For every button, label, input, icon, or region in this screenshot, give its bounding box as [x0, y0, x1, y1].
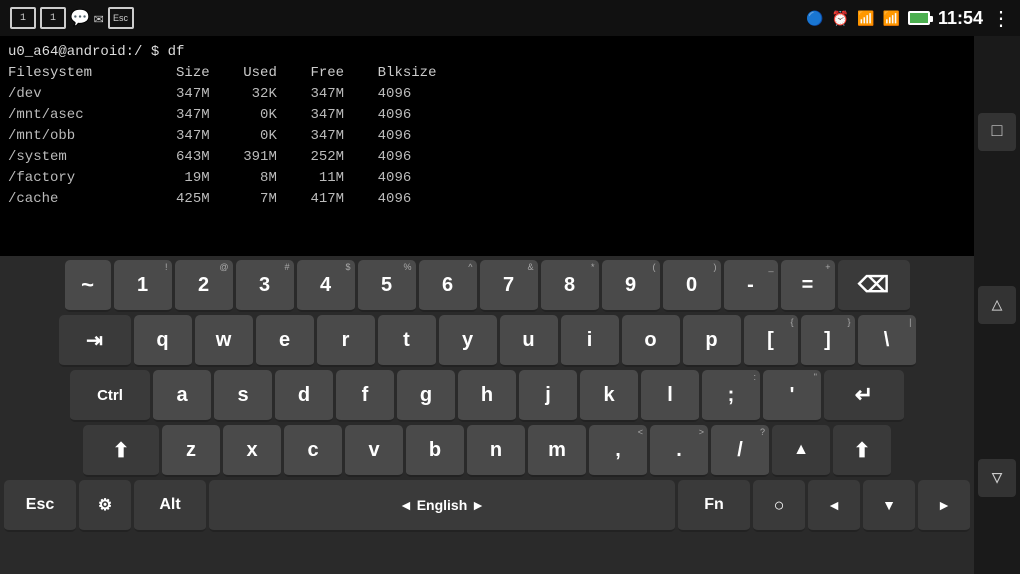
key-8[interactable]: 8* [541, 260, 599, 312]
key-g[interactable]: g [397, 370, 455, 422]
recent-apps-button[interactable]: □ [978, 113, 1016, 151]
language-key[interactable]: ◄ English ► [209, 480, 675, 532]
key-9[interactable]: 9( [602, 260, 660, 312]
key-minus[interactable]: -_ [724, 260, 778, 312]
key-h[interactable]: h [458, 370, 516, 422]
key-j[interactable]: j [519, 370, 577, 422]
status-bar: 1 1 💬 ✉ Esc 🔵 ⏰ 📶 📶 11:54 ⋮ [0, 0, 1020, 36]
key-5[interactable]: 5% [358, 260, 416, 312]
home-key[interactable]: ○ [753, 480, 805, 532]
right-sidebar: □ △ ▽ [974, 36, 1020, 574]
key-r[interactable]: r [317, 315, 375, 367]
terminal-line-2: Filesystem Size Used Free Blksize [8, 63, 966, 84]
arrow-right-key[interactable]: ► [918, 480, 970, 532]
alt-key[interactable]: Alt [134, 480, 206, 532]
key-7[interactable]: 7& [480, 260, 538, 312]
keyboard-row-zxcv: ⬆ z x c v b n m ,< .> /? ▲ ⬆ [4, 425, 970, 477]
key-n[interactable]: n [467, 425, 525, 477]
shift-left-key[interactable]: ⬆ [83, 425, 159, 477]
key-o[interactable]: o [622, 315, 680, 367]
terminal-line-4: /mnt/asec 347M 0K 347M 4096 [8, 105, 966, 126]
esc-bottom-key[interactable]: Esc [4, 480, 76, 532]
key-0[interactable]: 0) [663, 260, 721, 312]
key-period[interactable]: .> [650, 425, 708, 477]
key-p[interactable]: p [683, 315, 741, 367]
key-e[interactable]: e [256, 315, 314, 367]
alarm-icon: ⏰ [832, 10, 849, 27]
terminal-line-8: /cache 425M 7M 417M 4096 [8, 189, 966, 210]
keyboard-row-asdf: Ctrl a s d f g h j k l ;: '" ↵ [4, 370, 970, 422]
key-m[interactable]: m [528, 425, 586, 477]
key-q[interactable]: q [134, 315, 192, 367]
key-2[interactable]: 2@ [175, 260, 233, 312]
key-t[interactable]: t [378, 315, 436, 367]
tab-key[interactable]: ⇥ [59, 315, 131, 367]
signal-icon: 📶 [883, 10, 900, 27]
arrow-left-key[interactable]: ◄ [808, 480, 860, 532]
key-comma[interactable]: ,< [589, 425, 647, 477]
key-backslash[interactable]: \| [858, 315, 916, 367]
key-b[interactable]: b [406, 425, 464, 477]
bluetooth-icon: 🔵 [806, 10, 823, 27]
keyboard-row-qwerty: ⇥ q w e r t y u i o p [{ ]} \| [4, 315, 970, 367]
key-x[interactable]: x [223, 425, 281, 477]
home-button[interactable]: △ [978, 286, 1016, 324]
back-button[interactable]: ▽ [978, 459, 1016, 497]
keyboard-row-bottom: Esc ⚙ Alt ◄ English ► Fn ○ ◄ ▼ ► [4, 480, 970, 532]
key-y[interactable]: y [439, 315, 497, 367]
key-3[interactable]: 3# [236, 260, 294, 312]
keyboard-row-numbers: ~ 1! 2@ 3# 4$ 5% 6^ 7& 8* 9( 0) -_ =+ ⌫ [4, 260, 970, 312]
key-slash[interactable]: /? [711, 425, 769, 477]
fn-key[interactable]: Fn [678, 480, 750, 532]
terminal-line-3: /dev 347M 32K 347M 4096 [8, 84, 966, 105]
chat-icon: 💬 [70, 8, 90, 28]
clock: 11:54 [938, 8, 983, 29]
key-k[interactable]: k [580, 370, 638, 422]
terminal-line-5: /mnt/obb 347M 0K 347M 4096 [8, 126, 966, 147]
key-s[interactable]: s [214, 370, 272, 422]
ctrl-key[interactable]: Ctrl [70, 370, 150, 422]
key-l[interactable]: l [641, 370, 699, 422]
key-z[interactable]: z [162, 425, 220, 477]
wifi-icon: 📶 [857, 10, 874, 27]
key-bracket-left[interactable]: [{ [744, 315, 798, 367]
key-i[interactable]: i [561, 315, 619, 367]
key-d[interactable]: d [275, 370, 333, 422]
key-4[interactable]: 4$ [297, 260, 355, 312]
key-w[interactable]: w [195, 315, 253, 367]
keyboard[interactable]: ~ 1! 2@ 3# 4$ 5% 6^ 7& 8* 9( 0) -_ =+ ⌫ … [0, 256, 974, 574]
battery-icon [908, 11, 930, 25]
key-u[interactable]: u [500, 315, 558, 367]
backspace-key[interactable]: ⌫ [838, 260, 910, 312]
notification-icon-1: 1 [10, 7, 36, 29]
key-a[interactable]: a [153, 370, 211, 422]
key-quote[interactable]: '" [763, 370, 821, 422]
enter-key[interactable]: ↵ [824, 370, 904, 422]
arrow-up-key[interactable]: ▲ [772, 425, 830, 477]
more-icon[interactable]: ⋮ [991, 6, 1010, 31]
terminal-line-1: u0_a64@android:/ $ df [8, 42, 966, 63]
terminal-line-6: /system 643M 391M 252M 4096 [8, 147, 966, 168]
email-icon: ✉ [94, 8, 104, 28]
status-right-icons: 🔵 ⏰ 📶 📶 11:54 ⋮ [806, 6, 1010, 31]
status-left-icons: 1 1 💬 ✉ Esc [10, 7, 134, 29]
key-f[interactable]: f [336, 370, 394, 422]
key-1[interactable]: 1! [114, 260, 172, 312]
settings-key[interactable]: ⚙ [79, 480, 131, 532]
key-semicolon[interactable]: ;: [702, 370, 760, 422]
esc-icon: Esc [108, 7, 134, 29]
key-bracket-right[interactable]: ]} [801, 315, 855, 367]
key-v[interactable]: v [345, 425, 403, 477]
shift-right-key[interactable]: ⬆ [833, 425, 891, 477]
arrow-down-key[interactable]: ▼ [863, 480, 915, 532]
key-6[interactable]: 6^ [419, 260, 477, 312]
terminal-line-7: /factory 19M 8M 11M 4096 [8, 168, 966, 189]
notification-icon-2: 1 [40, 7, 66, 29]
terminal-area[interactable]: u0_a64@android:/ $ df Filesystem Size Us… [0, 36, 974, 256]
key-tilde[interactable]: ~ [65, 260, 111, 312]
key-c[interactable]: c [284, 425, 342, 477]
key-equals[interactable]: =+ [781, 260, 835, 312]
